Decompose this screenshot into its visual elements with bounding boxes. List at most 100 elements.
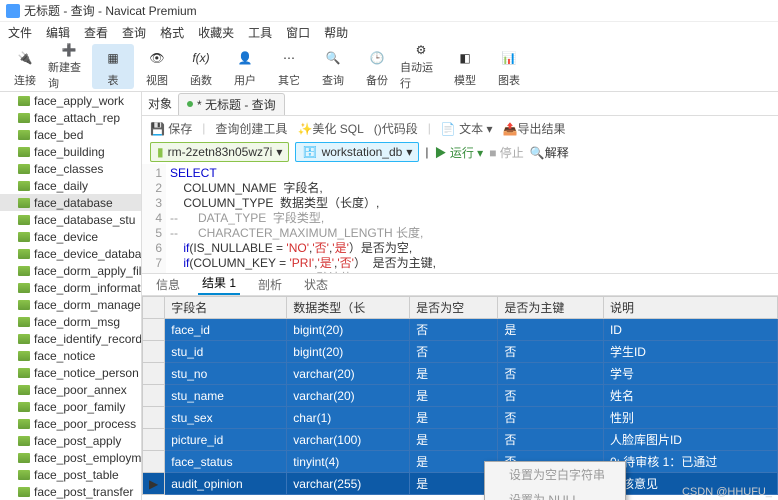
toolbar-backup-button[interactable]: 🕒备份 [356, 44, 398, 89]
text-button[interactable]: 📄 文本 ▾ [441, 120, 493, 137]
tree-item-face_poor_annex[interactable]: face_poor_annex [0, 381, 141, 398]
table-icon [18, 266, 30, 276]
toolbar-model-button[interactable]: ◧模型 [444, 44, 486, 89]
tab-query-active[interactable]: * 无标题 - 查询 [178, 93, 285, 115]
tree-item-face_device[interactable]: face_device [0, 228, 141, 245]
object-tree[interactable]: face_apply_workface_attach_repface_bedfa… [0, 92, 142, 500]
table-icon [18, 215, 30, 225]
menu-收藏夹[interactable]: 收藏夹 [198, 24, 234, 41]
tree-item-face_bed[interactable]: face_bed [0, 126, 141, 143]
result-grid[interactable]: 字段名数据类型（长是否为空是否为主键说明face_idbigint(20)否是I… [142, 296, 778, 500]
table-row[interactable]: face_statustinyint(4)是否0: 待审核 1：已通过 [143, 451, 778, 473]
menu-格式[interactable]: 格式 [160, 24, 184, 41]
run-button[interactable]: ▶ 运行 ▾ [434, 144, 483, 161]
toolbar-plus-button[interactable]: ➕新建查询 [48, 44, 90, 89]
tree-item-face_dorm_msg[interactable]: face_dorm_msg [0, 313, 141, 330]
table-row[interactable]: picture_idvarchar(100)是否人脸库图片ID [143, 429, 778, 451]
toolbar-fx-button[interactable]: f(x)函数 [180, 44, 222, 89]
main-toolbar: 🔌连接➕新建查询▦表👁视图f(x)函数👤用户⋯其它🔍查询🕒备份⚙自动运行◧模型📊… [0, 42, 778, 92]
tree-item-face_device_database[interactable]: face_device_database [0, 245, 141, 262]
toolbar-query-button[interactable]: 🔍查询 [312, 44, 354, 89]
table-icon [18, 130, 30, 140]
tree-item-face_post_apply[interactable]: face_post_apply [0, 432, 141, 449]
column-header[interactable]: 是否为空 [410, 297, 498, 319]
table-row[interactable]: face_idbigint(20)否是ID [143, 319, 778, 341]
column-header[interactable]: 字段名 [165, 297, 287, 319]
tab-status[interactable]: 状态 [300, 274, 332, 295]
table-icon: ▦ [101, 46, 125, 70]
table-icon [18, 300, 30, 310]
tree-item-face_database[interactable]: face_database [0, 194, 141, 211]
toolbar-table-button[interactable]: ▦表 [92, 44, 134, 89]
menu-查看[interactable]: 查看 [84, 24, 108, 41]
toolbar-auto-button[interactable]: ⚙自动运行 [400, 44, 442, 89]
table-icon [18, 96, 30, 106]
tree-item-face_notice[interactable]: face_notice [0, 347, 141, 364]
menu-帮助[interactable]: 帮助 [324, 24, 348, 41]
tree-item-face_apply_work[interactable]: face_apply_work [0, 92, 141, 109]
menu-窗口[interactable]: 窗口 [286, 24, 310, 41]
row-indicator: ▶ [143, 473, 165, 495]
tree-item-face_daily[interactable]: face_daily [0, 177, 141, 194]
table-icon [18, 334, 30, 344]
toolbar-plug-button[interactable]: 🔌连接 [4, 44, 46, 89]
column-header[interactable]: 数据类型（长 [287, 297, 410, 319]
menu-编辑[interactable]: 编辑 [46, 24, 70, 41]
menu-文件[interactable]: 文件 [8, 24, 32, 41]
watermark: CSDN @HHUFU_ [682, 486, 772, 498]
menu-set-null[interactable]: 设置为 NULL [485, 487, 625, 500]
tab-result[interactable]: 结果 1 [198, 272, 240, 295]
tree-item-face_classes[interactable]: face_classes [0, 160, 141, 177]
toolbar-view-button[interactable]: 👁视图 [136, 44, 178, 89]
table-icon [18, 436, 30, 446]
table-row[interactable]: stu_novarchar(20)是否学号 [143, 363, 778, 385]
menu-set-blank[interactable]: 设置为空白字符串 [485, 462, 625, 487]
tree-item-face_poor_process[interactable]: face_poor_process [0, 415, 141, 432]
tree-item-face_notice_person[interactable]: face_notice_person [0, 364, 141, 381]
tab-strip: 对象 * 无标题 - 查询 [142, 92, 778, 116]
database-selector[interactable]: 🗄workstation_db▾ [295, 142, 419, 162]
toolbar-chart-button[interactable]: 📊图表 [488, 44, 530, 89]
table-row[interactable]: stu_idbigint(20)否否学生ID [143, 341, 778, 363]
tree-item-face_dorm_apply_file[interactable]: face_dorm_apply_file [0, 262, 141, 279]
table-row[interactable]: stu_namevarchar(20)是否姓名 [143, 385, 778, 407]
window-title: 无标题 - 查询 - Navicat Premium [24, 2, 197, 19]
context-menu[interactable]: 设置为空白字符串 设置为 NULL 删除记录 复制 复制为 Insert 语句 … [484, 461, 626, 500]
tab-profile[interactable]: 剖析 [254, 274, 286, 295]
tab-info[interactable]: 信息 [152, 274, 184, 295]
query-builder-button[interactable]: 查询创建工具 [215, 120, 287, 137]
explain-button[interactable]: 🔍解释 [530, 144, 569, 161]
save-button[interactable]: 💾 保存 [150, 120, 192, 137]
table-row[interactable]: stu_sexchar(1)是否性别 [143, 407, 778, 429]
tree-item-face_identify_record[interactable]: face_identify_record [0, 330, 141, 347]
menu-查询[interactable]: 查询 [122, 24, 146, 41]
tree-item-face_post_transfer[interactable]: face_post_transfer [0, 483, 141, 500]
tree-item-face_attach_rep[interactable]: face_attach_rep [0, 109, 141, 126]
tree-item-face_post_employmen[interactable]: face_post_employmen [0, 449, 141, 466]
toolbar-other-button[interactable]: ⋯其它 [268, 44, 310, 89]
menu-bar: 文件编辑查看查询格式收藏夹工具窗口帮助 [0, 22, 778, 42]
tree-item-face_dorm_manager[interactable]: face_dorm_manager [0, 296, 141, 313]
table-icon [18, 317, 30, 327]
tree-item-face_poor_family[interactable]: face_poor_family [0, 398, 141, 415]
tree-item-face_building[interactable]: face_building [0, 143, 141, 160]
menu-工具[interactable]: 工具 [248, 24, 272, 41]
tree-item-face_post_table[interactable]: face_post_table [0, 466, 141, 483]
export-button[interactable]: 📤导出结果 [503, 120, 566, 137]
column-header[interactable]: 说明 [603, 297, 777, 319]
tree-item-face_database_stu[interactable]: face_database_stu [0, 211, 141, 228]
tab-objects[interactable]: 对象 [148, 95, 172, 112]
plus-icon: ➕ [57, 43, 81, 57]
column-header[interactable]: 是否为主键 [498, 297, 604, 319]
code-snippet-button[interactable]: ()代码段 [374, 120, 418, 137]
backup-icon: 🕒 [365, 46, 389, 70]
result-tabs: 信息 结果 1 剖析 状态 [142, 274, 778, 296]
model-icon: ◧ [453, 46, 477, 70]
tree-item-face_dorm_information[interactable]: face_dorm_information [0, 279, 141, 296]
sql-editor[interactable]: 123456789 SELECT COLUMN_NAME 字段名, COLUMN… [142, 164, 778, 274]
table-icon [18, 351, 30, 361]
beautify-button[interactable]: ✨美化 SQL [297, 120, 363, 137]
connection-selector[interactable]: ▮rm-2zetn83n05wz7i▾ [150, 142, 289, 162]
toolbar-user-button[interactable]: 👤用户 [224, 44, 266, 89]
code-area[interactable]: SELECT COLUMN_NAME 字段名, COLUMN_TYPE 数据类型… [166, 164, 778, 273]
